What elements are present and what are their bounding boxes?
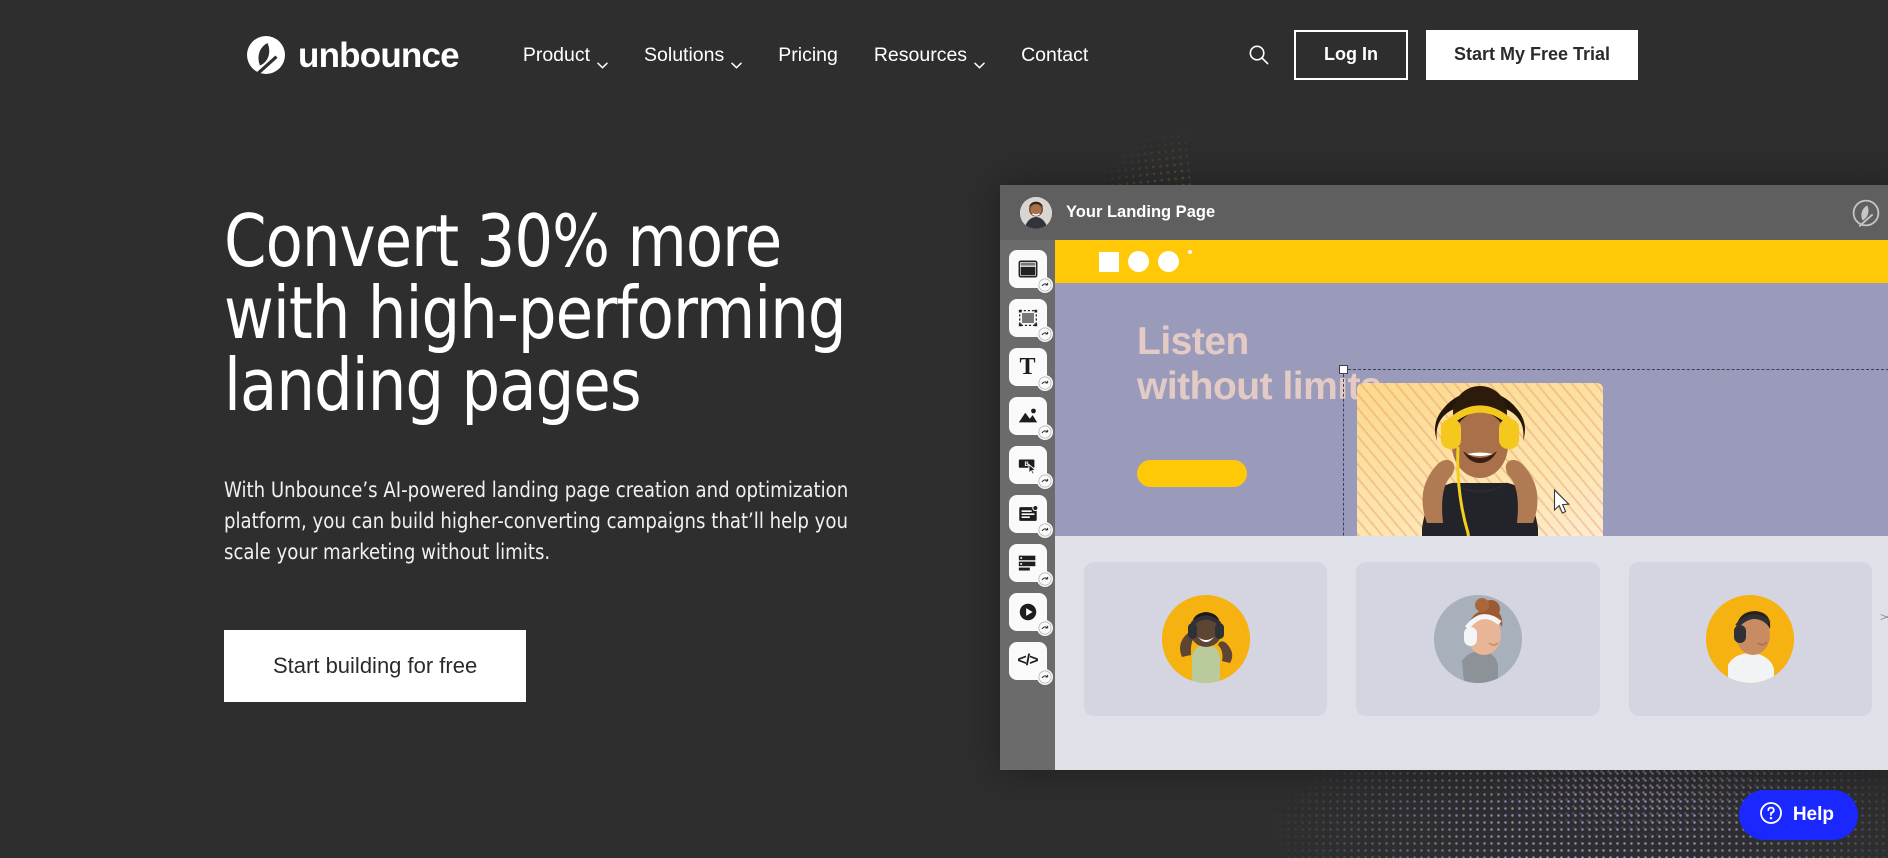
video-tool[interactable] [1009,593,1047,631]
add-badge-icon [1037,375,1053,391]
box-tool[interactable] [1009,299,1047,337]
add-badge-icon [1037,473,1053,489]
nav-item-solutions[interactable]: Solutions [626,36,760,75]
nav-item-resources[interactable]: Resources [856,36,1003,75]
site-header: unbounce Product Solutions Pricing Resou… [0,0,1888,110]
user-avatar [1020,197,1052,229]
add-badge-icon [1037,571,1053,587]
nav-item-contact[interactable]: Contact [1003,36,1106,75]
lp-hero-section[interactable]: Listen without limits [1055,283,1888,536]
lp-hero-heading-line-1: Listen [1137,320,1249,363]
chevron-down-icon [974,52,985,59]
builder-app-mockup: Your Landing Page [1000,185,1888,770]
section-tool[interactable] [1009,250,1047,288]
mockup-titlebar: Your Landing Page [1000,185,1888,240]
add-badge-icon [1037,669,1053,685]
section-icon [1017,258,1039,280]
start-building-for-free-button[interactable]: Start building for free [224,630,526,702]
add-badge-icon [1037,424,1053,440]
lp-card-photo-3 [1706,595,1794,683]
lp-logo-square [1099,252,1119,272]
add-badge-icon [1037,326,1053,342]
form-tool[interactable] [1009,495,1047,533]
lp-card-1[interactable] [1084,562,1327,716]
page-title: Convert 30% more with high-performing la… [224,205,901,421]
lp-hero-image[interactable] [1357,383,1603,536]
nav-label-product: Product [523,44,590,67]
button-tool[interactable]: B [1009,446,1047,484]
lp-card-photo-2 [1434,595,1522,683]
add-badge-icon [1037,620,1053,636]
lp-topbar[interactable] [1055,240,1888,283]
lp-logo-dot [1188,250,1192,254]
brand-logo-link[interactable]: unbounce [246,35,459,75]
brand-logo-text: unbounce [298,38,459,73]
text-icon: T [1019,355,1035,379]
button-icon: B [1017,454,1039,476]
login-button[interactable]: Log In [1294,30,1408,80]
box-icon [1017,307,1039,329]
image-icon [1017,405,1039,427]
chevron-down-icon [731,52,742,59]
lp-card-3[interactable] [1629,562,1872,716]
woman-yellow-headphones-photo [1357,383,1603,536]
chevron-down-icon [597,52,608,59]
form-icon [1017,503,1039,525]
help-widget-button[interactable]: Help [1739,790,1858,840]
unbounce-logo-icon [1852,199,1880,227]
text-tool[interactable]: T [1009,348,1047,386]
hero-paragraph: With Unbounce’s AI-powered landing page … [224,475,896,568]
start-free-trial-button[interactable]: Start My Free Trial [1426,30,1638,80]
nav-label-solutions: Solutions [644,44,724,67]
lp-logo-circle-1 [1128,251,1149,272]
nav-item-product[interactable]: Product [505,36,626,75]
add-badge-icon [1037,522,1053,538]
image-tool[interactable] [1009,397,1047,435]
lp-logo-circle-2 [1158,251,1179,272]
resize-indicator: >< [1880,610,1888,624]
code-tool[interactable]: </> [1009,642,1047,680]
lp-card-2[interactable] [1356,562,1599,716]
main-nav: Product Solutions Pricing Resources [505,36,1106,75]
header-actions: Log In Start My Free Trial [1242,30,1638,80]
add-badge-icon [1037,277,1053,293]
list-icon [1017,552,1039,574]
builder-toolbar: T B [1000,240,1055,770]
unbounce-logo-icon [246,35,286,75]
builder-canvas[interactable]: Listen without limits [1055,240,1888,770]
video-play-icon [1017,601,1039,623]
resize-handle-top-left[interactable] [1339,365,1348,374]
lp-card-photo-1 [1162,595,1250,683]
help-label: Help [1793,804,1834,826]
mockup-page-title: Your Landing Page [1066,203,1215,222]
question-circle-icon [1759,801,1783,830]
hero-page: unbounce Product Solutions Pricing Resou… [0,0,1888,858]
nav-label-pricing: Pricing [778,44,838,67]
lp-hero-cta-button[interactable] [1137,460,1247,487]
search-icon[interactable] [1242,38,1276,72]
nav-label-resources: Resources [874,44,967,67]
code-icon: </> [1017,653,1037,669]
list-tool[interactable] [1009,544,1047,582]
hero-title-line-3: landing pages [224,343,641,427]
nav-label-contact: Contact [1021,44,1088,67]
lp-cards-row [1055,536,1888,716]
nav-item-pricing[interactable]: Pricing [760,36,856,75]
hero-copy: Convert 30% more with high-performing la… [224,205,944,702]
